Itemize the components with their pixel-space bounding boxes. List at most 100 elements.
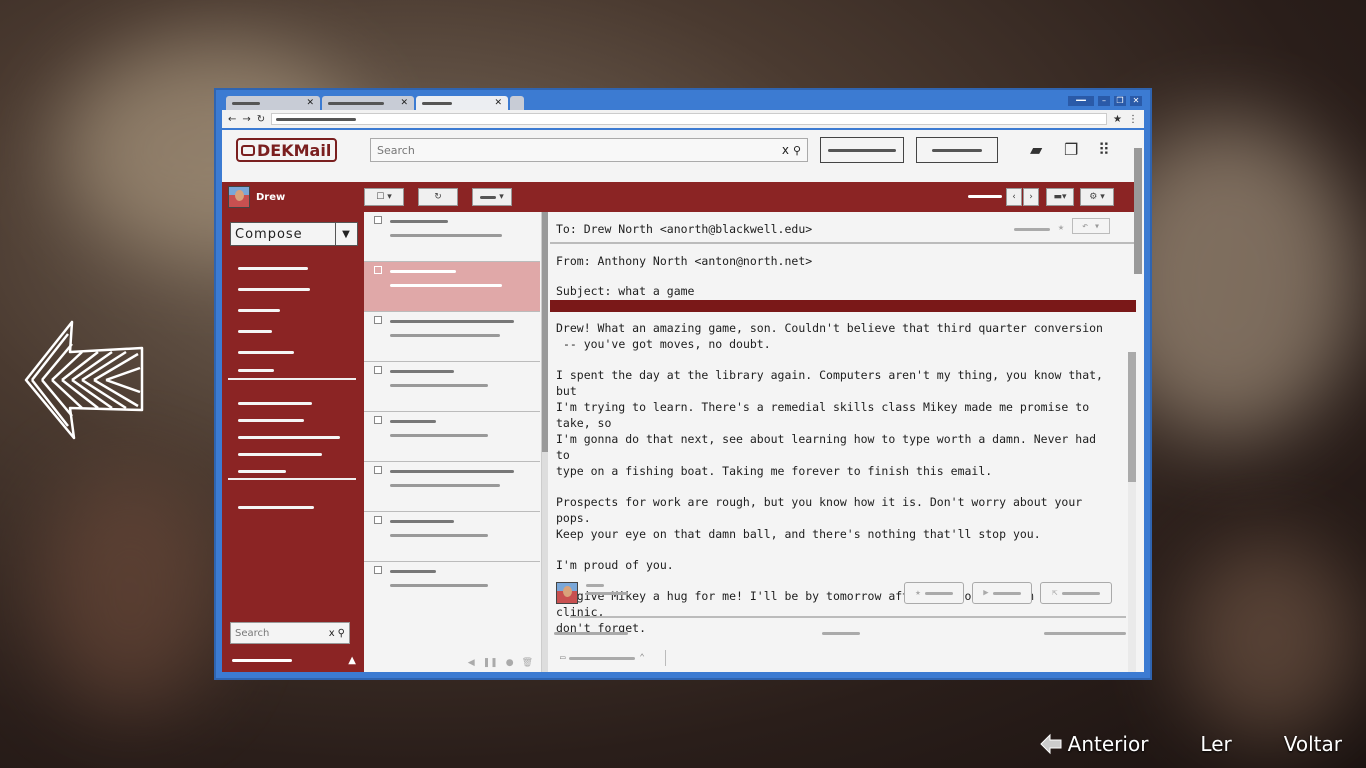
url-field[interactable] [271, 113, 1108, 125]
star-action-button[interactable]: ★ [904, 582, 964, 604]
header-button-2[interactable] [916, 137, 998, 163]
clear-search-icon[interactable]: x [782, 143, 789, 157]
more-button[interactable]: ▾ [472, 188, 512, 206]
minimize-icon[interactable]: – [1098, 96, 1110, 106]
browser-window: ✕ ✕ ✕ ━━ – ❐ ✕ ← → ↻ ★ ⋮ DEKMail Search … [214, 88, 1152, 680]
left-arrow-icon[interactable] [22, 318, 146, 442]
windows-icon[interactable]: ❐ [1064, 140, 1078, 159]
user-profile[interactable]: Drew [228, 186, 285, 208]
reload-icon[interactable]: ↻ [257, 114, 265, 125]
back-prompt[interactable]: Voltar [1284, 732, 1342, 756]
apps-grid-icon[interactable]: ⠿ [1098, 140, 1110, 159]
address-bar: ← → ↻ ★ ⋮ [222, 110, 1144, 128]
folder-sidebar: Compose ▼ Search x ⚲ ▲ [222, 212, 364, 672]
expand-up-icon[interactable]: ▲ [348, 655, 356, 666]
sidebar-divider [228, 378, 356, 380]
back-icon[interactable]: ← [228, 114, 236, 125]
label-item[interactable] [238, 410, 304, 422]
list-item[interactable] [364, 362, 540, 412]
list-item[interactable] [364, 212, 540, 262]
list-item-selected[interactable] [364, 262, 540, 312]
folder-item[interactable] [238, 279, 310, 291]
mail-toolbar: Drew ☐ ▾ ↻ ▾ ‹ › ▬▾ ⚙ ▾ [222, 182, 1136, 212]
refresh-icon[interactable]: ↻ [418, 188, 458, 206]
message-list: ◀ ❚❚ ● 🗑 [364, 212, 542, 672]
sidebar-footer-text [232, 659, 292, 662]
search-icon[interactable]: ⚲ [793, 144, 801, 157]
reading-pane: To: Drew North <anorth@blackwell.edu> ★ … [550, 212, 1136, 672]
folder-item[interactable] [238, 360, 274, 372]
bookmark-star-icon[interactable]: ★ [1113, 114, 1122, 125]
browser-tab[interactable]: ✕ [322, 96, 414, 110]
browser-tab[interactable]: ✕ [226, 96, 320, 110]
menu-icon[interactable]: ⋮ [1128, 114, 1138, 125]
dekmail-logo[interactable]: DEKMail [236, 138, 338, 162]
open-action-button[interactable]: ⇱ [1040, 582, 1112, 604]
reader-scrollbar[interactable] [1128, 352, 1136, 672]
record-icon[interactable]: ● [506, 658, 514, 668]
close-tab-icon[interactable]: ✕ [306, 98, 314, 108]
folder-item[interactable] [238, 300, 280, 312]
sender-avatar [556, 582, 578, 604]
email-paragraph: I spent the day at the library again. Co… [556, 368, 1103, 478]
label-item[interactable] [238, 393, 312, 405]
view-toggle-button[interactable]: ▬▾ [1046, 188, 1074, 206]
clear-search-icon[interactable]: x [329, 628, 335, 639]
label-item[interactable] [238, 427, 340, 439]
email-paragraph: Prospects for work are rough, but you kn… [556, 495, 1083, 541]
trash-icon[interactable]: 🗑 [522, 658, 533, 668]
email-from: From: Anthony North <anton@north.net> [556, 254, 813, 268]
sidebar-search-input[interactable]: Search x ⚲ [230, 622, 350, 644]
profile-button[interactable]: ━━ [1068, 96, 1094, 106]
folder-item[interactable] [238, 258, 308, 270]
compose-button[interactable]: Compose ▼ [230, 222, 358, 246]
contacts-item[interactable] [238, 497, 314, 509]
search-placeholder: Search [377, 143, 415, 157]
folder-icon[interactable]: ▰ [1030, 140, 1042, 159]
chevron-up-icon[interactable]: ⌃ [639, 653, 644, 663]
settings-gear-icon[interactable]: ⚙ ▾ [1080, 188, 1114, 206]
page-scrollbar[interactable] [1134, 148, 1142, 274]
folder-item[interactable] [238, 321, 272, 333]
header-button-1[interactable] [820, 137, 904, 163]
back-label: Voltar [1283, 732, 1342, 756]
list-item[interactable] [364, 312, 540, 362]
forward-action-button[interactable]: ▶ [972, 582, 1032, 604]
chevron-down-icon[interactable]: ▼ [335, 223, 357, 245]
label-item[interactable] [238, 444, 322, 456]
top-search-input[interactable]: Search x ⚲ [370, 138, 808, 162]
prev-page-icon[interactable]: ‹ [1006, 188, 1022, 206]
list-item[interactable] [364, 462, 540, 512]
web-page: DEKMail Search x ⚲ ▰ ❐ ⠿ Drew ☐ ▾ ↻ ▾ ‹ [222, 130, 1144, 672]
next-page-icon[interactable]: › [1023, 188, 1039, 206]
rewind-icon[interactable]: ◀ [468, 658, 475, 668]
browser-tab-active[interactable]: ✕ [416, 96, 508, 110]
read-prompt[interactable]: Ler [1200, 732, 1231, 756]
email-paragraph: Drew! What an amazing game, son. Couldn'… [556, 321, 1103, 351]
star-icon[interactable]: ★ [1058, 222, 1064, 233]
close-tab-icon[interactable]: ✕ [494, 98, 502, 108]
avatar [228, 186, 250, 208]
list-scrollbar[interactable] [542, 212, 548, 672]
search-icon[interactable]: ⚲ [338, 628, 345, 639]
new-tab-button[interactable] [510, 96, 524, 110]
read-label: Ler [1200, 732, 1232, 756]
footer-text [554, 632, 628, 635]
reply-button[interactable]: ↶ ▾ [1072, 218, 1110, 234]
list-item[interactable] [364, 512, 540, 562]
close-tab-icon[interactable]: ✕ [400, 98, 408, 108]
forward-icon[interactable]: → [242, 114, 250, 125]
maximize-icon[interactable]: ❐ [1114, 96, 1126, 106]
label-item[interactable] [238, 461, 286, 473]
email-to: To: Drew North <anorth@blackwell.edu> [556, 222, 813, 236]
close-window-icon[interactable]: ✕ [1130, 96, 1142, 106]
folder-item[interactable] [238, 342, 294, 354]
sidebar-divider [228, 478, 356, 480]
previous-prompt[interactable]: Anterior [1039, 732, 1148, 756]
subject-underline [550, 300, 1136, 312]
select-all-button[interactable]: ☐ ▾ [364, 188, 404, 206]
pause-icon[interactable]: ❚❚ [483, 658, 498, 668]
list-item[interactable] [364, 412, 540, 462]
list-item[interactable] [364, 562, 540, 612]
chat-bar[interactable]: ▭ ⌃ [560, 650, 666, 666]
